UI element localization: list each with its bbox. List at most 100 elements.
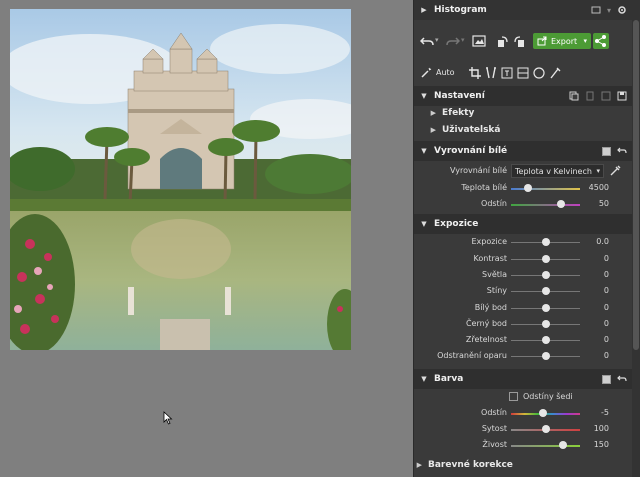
radial-filter-icon[interactable] — [533, 67, 545, 79]
paste-settings-icon[interactable] — [585, 91, 595, 101]
compare-image-icon[interactable] — [472, 34, 486, 48]
slider-knob[interactable] — [541, 238, 550, 246]
reset-settings-icon[interactable] — [601, 91, 611, 101]
efekty-row[interactable]: ▶ Efekty — [414, 104, 633, 121]
slider-value[interactable]: 0 — [604, 286, 609, 295]
efekty-label: Efekty — [442, 107, 475, 118]
grayscale-checkbox[interactable] — [509, 392, 518, 401]
copy-settings-icon[interactable] — [569, 91, 579, 101]
slider-knob[interactable] — [539, 409, 548, 417]
section-nastaveni[interactable]: ▼ Nastavení — [414, 86, 633, 106]
white-balance-mode-label: Vyrovnání bílé — [450, 166, 507, 175]
collapse-triangle-icon: ▼ — [421, 92, 427, 100]
collapse-triangle-icon: ▼ — [421, 375, 427, 383]
brush-icon[interactable] — [549, 67, 561, 79]
histogram-view-icon[interactable] — [591, 5, 601, 15]
redo-dropdown-icon[interactable]: ▾ — [461, 36, 465, 44]
slider-label: Světla — [482, 270, 507, 279]
export-button[interactable]: Export ▾ — [533, 33, 591, 49]
slider-label: Zřetelnost — [465, 335, 507, 344]
rotate-right-icon[interactable] — [512, 34, 526, 48]
dropdown-arrow-icon[interactable]: ▾ — [607, 6, 611, 15]
slider-value[interactable]: 4500 — [589, 183, 609, 192]
slider-value[interactable]: 0 — [604, 319, 609, 328]
settings-gear-icon[interactable] — [617, 5, 627, 15]
rotate-left-icon[interactable] — [496, 34, 510, 48]
white-balance-mode-select[interactable]: Teplota v Kelvinech ▾ — [511, 164, 604, 178]
slider-value[interactable]: -5 — [601, 408, 609, 417]
gradient-filter-icon[interactable] — [517, 67, 529, 79]
slider-knob[interactable] — [541, 255, 550, 263]
auto-button[interactable]: Auto — [436, 68, 455, 77]
crop-icon[interactable] — [469, 67, 481, 79]
slider-value[interactable]: 0 — [604, 335, 609, 344]
grayscale-row[interactable]: Odstíny šedi — [509, 392, 573, 401]
slider-track[interactable] — [511, 204, 580, 206]
slider-value[interactable]: 50 — [599, 199, 609, 208]
slider-label: Teplota bílé — [461, 183, 507, 192]
redo-icon[interactable] — [446, 34, 460, 48]
slider-knob[interactable] — [541, 352, 550, 360]
white-balance-enable-checkbox[interactable] — [602, 146, 611, 156]
slider-track[interactable] — [511, 188, 580, 190]
slider-value[interactable]: 0 — [604, 303, 609, 312]
undo-dropdown-icon[interactable]: ▾ — [435, 36, 439, 44]
slider-value[interactable]: 0.0 — [596, 237, 609, 246]
grayscale-label: Odstíny šedi — [523, 392, 573, 401]
uzivatelska-label: Uživatelská — [442, 124, 501, 135]
slider-value[interactable]: 100 — [594, 424, 609, 433]
section-exposure[interactable]: ▼ Expozice — [414, 214, 633, 234]
tools-toolbar: Auto — [414, 64, 633, 82]
slider-knob[interactable] — [524, 184, 533, 192]
reset-arrow-icon[interactable] — [617, 374, 627, 384]
slider-knob[interactable] — [541, 287, 550, 295]
slider-label: Stíny — [486, 286, 507, 295]
slider-row: Zřetelnost 0 — [414, 332, 633, 348]
export-dropdown-icon[interactable]: ▾ — [583, 37, 591, 45]
color-enable-checkbox[interactable] — [602, 374, 611, 384]
edited-photo[interactable] — [10, 9, 351, 350]
magic-wand-icon[interactable] — [420, 67, 432, 79]
photo-canvas[interactable] — [0, 0, 413, 477]
histogram-title: Histogram — [434, 5, 487, 15]
color-title: Barva — [434, 374, 464, 384]
slider-knob[interactable] — [541, 320, 550, 328]
slider-knob[interactable] — [541, 425, 550, 433]
perspective-icon[interactable] — [485, 67, 497, 79]
slider-knob[interactable] — [541, 304, 550, 312]
reset-arrow-icon[interactable] — [617, 146, 627, 156]
slider-value[interactable]: 150 — [594, 440, 609, 449]
slider-row: Živost 150 — [414, 437, 633, 453]
slider-knob[interactable] — [558, 441, 567, 449]
slider-row: Kontrast 0 — [414, 251, 633, 267]
section-color[interactable]: ▼ Barva — [414, 369, 633, 389]
undo-icon[interactable] — [420, 34, 434, 48]
share-button[interactable] — [593, 33, 609, 49]
eyedropper-icon[interactable] — [610, 165, 621, 176]
slider-value[interactable]: 0 — [604, 254, 609, 263]
panel-scrollbar[interactable] — [632, 0, 640, 477]
slider-row: Světla 0 — [414, 267, 633, 283]
expand-triangle-icon: ▶ — [416, 460, 422, 469]
slider-knob[interactable] — [556, 200, 565, 208]
white-balance-mode-value: Teplota v Kelvinech — [515, 166, 592, 176]
chevron-down-icon: ▾ — [596, 167, 600, 175]
slider-track[interactable] — [511, 445, 580, 447]
expand-triangle-icon: ▶ — [421, 6, 427, 14]
slider-value[interactable]: 0 — [604, 270, 609, 279]
uzivatelska-row[interactable]: ▶ Uživatelská — [414, 121, 633, 138]
section-white-balance[interactable]: ▼ Vyrovnání bílé — [414, 141, 633, 161]
slider-knob[interactable] — [541, 271, 550, 279]
slider-value[interactable]: 0 — [604, 351, 609, 360]
slider-knob[interactable] — [541, 336, 550, 344]
slider-label: Odstranění oparu — [437, 351, 507, 360]
photo-image — [10, 9, 351, 350]
slider-label: Odstín — [481, 408, 507, 417]
histogram-header[interactable]: ▶ Histogram ▾ — [414, 0, 633, 20]
color-correction-row[interactable]: ▶ Barevné korekce — [414, 456, 619, 473]
text-tool-icon[interactable] — [501, 67, 513, 79]
slider-row: Odstín 50 — [414, 196, 633, 212]
scrollbar-thumb[interactable] — [633, 20, 639, 350]
exposure-title: Expozice — [434, 219, 479, 229]
save-preset-icon[interactable] — [617, 91, 627, 101]
